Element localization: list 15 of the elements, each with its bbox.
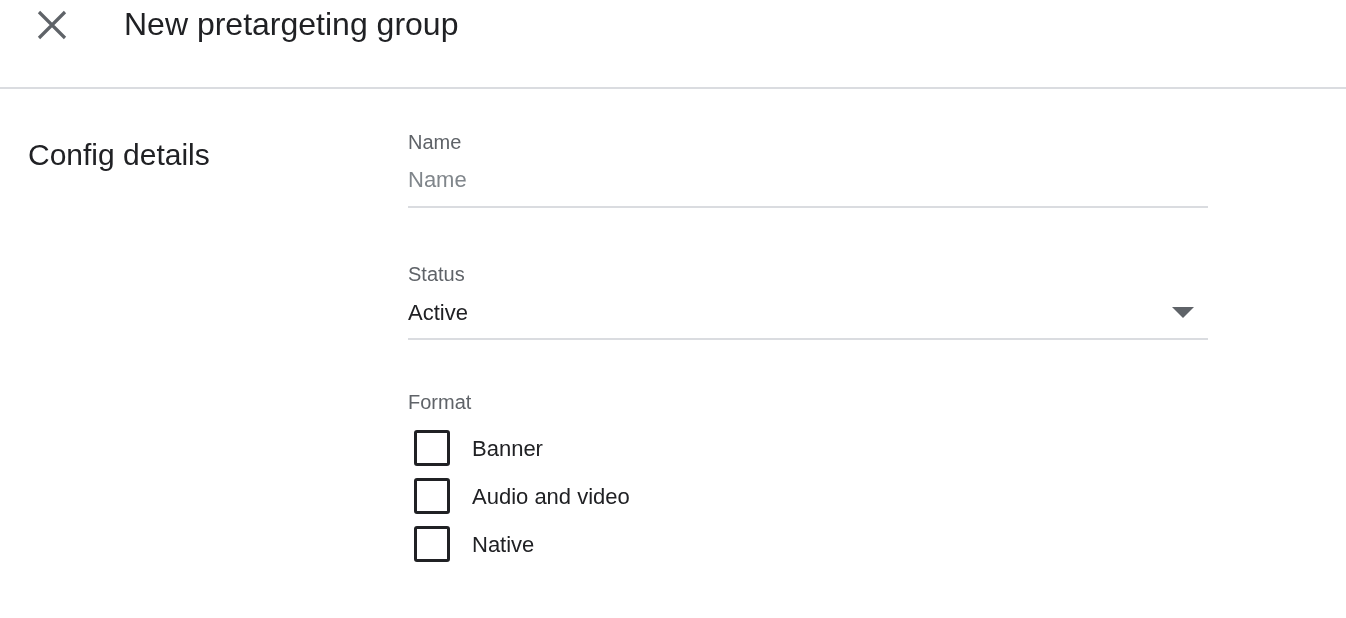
checkbox[interactable] xyxy=(414,478,450,514)
dropdown-caret-icon xyxy=(1172,306,1194,318)
close-icon xyxy=(37,10,67,40)
dialog-title: New pretargeting group xyxy=(124,5,459,44)
checkbox[interactable] xyxy=(414,430,450,466)
checkbox-label: Native xyxy=(472,530,535,559)
checkbox-label: Banner xyxy=(472,434,543,463)
name-input-field[interactable]: Name xyxy=(408,164,1208,208)
format-label: Format xyxy=(408,390,473,414)
checkbox[interactable] xyxy=(414,526,450,562)
status-dropdown[interactable]: Active xyxy=(408,296,1208,340)
status-label: Status xyxy=(408,262,466,286)
section-title: Config details xyxy=(28,137,211,173)
checkbox-label: Audio and video xyxy=(472,482,630,511)
name-label: Name xyxy=(408,130,463,154)
